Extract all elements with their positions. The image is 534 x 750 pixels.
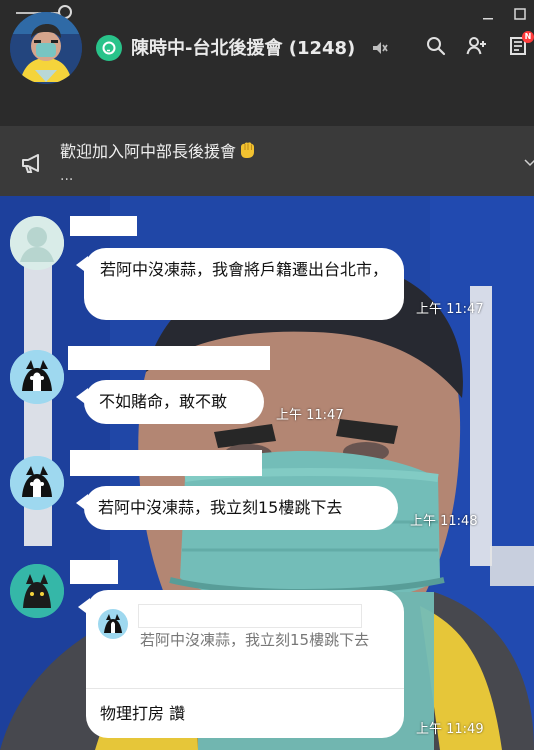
chevron-down-icon[interactable] [524,154,534,167]
message-time-1: 上午 11:47 [416,302,484,317]
minimize-button[interactable] [480,6,496,22]
message-bubble-3[interactable]: 若阿中沒凍蒜，我立刻15樓跳下去 [76,486,398,530]
maximize-button[interactable] [512,6,528,22]
reply-message-card[interactable]: 若阿中沒凍蒜，我立刻15樓跳下去 物理打房 讚 [78,590,404,738]
raised-fist-icon [237,140,257,160]
quoted-message-text: 若阿中沒凍蒜，我立刻15樓跳下去 [140,631,370,649]
sender-name-redacted-3 [70,450,262,476]
quoted-avatar [98,609,128,639]
chat-title: 陳時中-台北後援會 (1248) [131,38,356,59]
message-text-2: 不如賭命，敢不敢 [99,392,228,411]
avatar-default[interactable] [10,216,64,270]
sender-name-redacted-2 [68,346,270,370]
search-button[interactable] [424,34,448,58]
reply-divider [86,688,404,689]
message-time-3: 上午 11:48 [410,514,478,529]
reply-message-text: 物理打房 讚 [100,704,186,723]
search-icon [427,37,446,56]
window-titlebar [0,0,534,28]
add-member-button[interactable] [465,34,489,58]
avatar-cat-2[interactable] [10,456,64,510]
announcement-message: 歡迎加入阿中部長後援會 [60,142,237,161]
megaphone-icon [20,150,46,176]
mute-icon [370,38,390,58]
sender-name-redacted-4 [70,560,118,584]
avatar-cat-1[interactable] [10,350,64,404]
message-text-3: 若阿中沒凍蒜，我立刻15樓跳下去 [98,498,343,517]
sender-name-redacted-1 [70,216,137,236]
message-text-1: 若阿中沒凍蒜，我會將戶籍遷出台北市， [100,260,389,279]
message-time-4: 上午 11:49 [416,722,484,737]
group-avatar[interactable] [10,12,82,84]
openchat-icon [96,35,122,61]
announcement-ellipsis: ... [60,168,74,184]
announcement-text: 歡迎加入阿中部長後援會 [60,138,257,162]
message-bubble-1[interactable]: 若阿中沒凍蒜，我會將戶籍遷出台北市， [76,248,404,320]
avatar-black-cat[interactable] [10,564,64,618]
notification-badge: N [522,31,534,43]
add-user-icon [466,37,486,55]
message-bubble-2[interactable]: 不如賭命，敢不敢 [76,380,264,424]
message-time-2: 上午 11:47 [276,408,344,423]
quoted-sender-redacted [138,604,362,628]
